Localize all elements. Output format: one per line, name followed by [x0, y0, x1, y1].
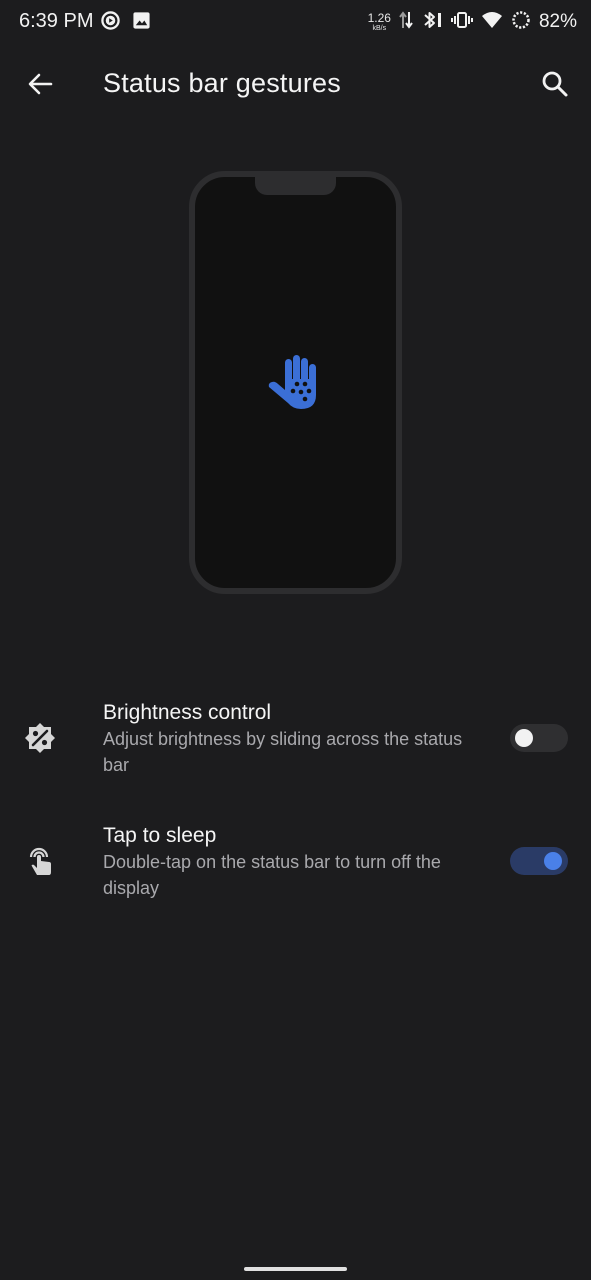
- status-bar: 6:39 PM 1.26 kB/s 82%: [0, 0, 591, 44]
- setting-summary: Double-tap on the status bar to turn off…: [103, 852, 441, 898]
- media-play-icon: [101, 11, 120, 35]
- battery-saver-icon: [511, 10, 531, 35]
- touch-icon: [22, 843, 58, 879]
- back-button[interactable]: [22, 66, 58, 102]
- battery-percent: 82%: [538, 11, 577, 32]
- app-toolbar: Status bar gestures: [0, 44, 591, 124]
- network-speed-unit: kB/s: [372, 25, 387, 32]
- setting-title: Brightness control: [103, 701, 272, 724]
- bluetooth-icon: [421, 10, 443, 35]
- setting-tap-to-sleep[interactable]: Tap to sleep Double-tap on the status ba…: [0, 813, 591, 913]
- switch-thumb: [544, 852, 562, 870]
- network-speed-value: 1.26: [367, 11, 391, 25]
- gesture-illustration: [189, 171, 402, 594]
- gesture-navigation-handle[interactable]: [244, 1267, 347, 1271]
- hand-icon: [265, 351, 325, 415]
- brightness-control-switch[interactable]: [510, 724, 568, 752]
- switch-thumb: [515, 729, 533, 747]
- phone-notch: [255, 171, 336, 195]
- tap-to-sleep-switch[interactable]: [510, 847, 568, 875]
- data-updown-icon: [399, 10, 413, 35]
- status-right-group: 1.26 kB/s 82%: [368, 8, 577, 36]
- image-icon: [132, 11, 151, 35]
- page-title: Status bar gestures: [103, 68, 341, 98]
- status-time: 6:39 PM: [19, 10, 94, 32]
- brightness-icon: [22, 720, 58, 756]
- search-icon: [542, 71, 568, 97]
- search-button[interactable]: [537, 66, 573, 102]
- setting-title: Tap to sleep: [103, 824, 217, 847]
- arrow-back-icon: [28, 73, 53, 95]
- vibrate-icon: [450, 10, 473, 35]
- network-speed: 1.26 kB/s: [368, 12, 391, 32]
- wifi-icon: [481, 10, 503, 35]
- setting-summary: Adjust brightness by sliding across the …: [103, 729, 463, 775]
- setting-brightness-control[interactable]: Brightness control Adjust brightness by …: [0, 690, 591, 790]
